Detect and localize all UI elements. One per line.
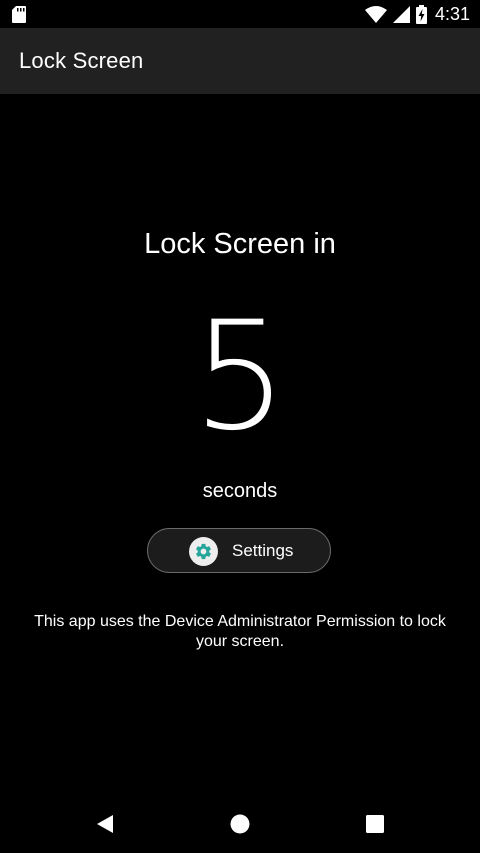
settings-button-label: Settings — [232, 541, 294, 560]
settings-icon-badge — [189, 537, 218, 566]
status-time: 4:31 — [434, 3, 470, 24]
wifi-icon — [364, 5, 387, 23]
status-icons: 4:31 — [364, 0, 470, 28]
home-icon[interactable] — [230, 814, 250, 834]
recents-icon[interactable] — [366, 815, 384, 833]
app-bar: Lock Screen — [0, 28, 480, 94]
permission-info-text: This app uses the Device Administrator P… — [34, 613, 446, 650]
settings-button[interactable]: Settings — [147, 528, 331, 573]
navigation-bar — [0, 797, 480, 853]
gear-icon — [196, 543, 211, 560]
back-icon[interactable] — [95, 813, 115, 835]
countdown-number: 5 — [192, 290, 288, 464]
app-title: Lock Screen — [19, 48, 144, 73]
battery-charging-icon — [415, 4, 427, 24]
signal-icon — [392, 5, 410, 23]
countdown-unit: seconds — [202, 480, 278, 502]
countdown-heading: Lock Screen in — [144, 228, 336, 260]
sd-card-icon — [12, 6, 26, 23]
status-bar: 4:31 — [0, 0, 480, 28]
